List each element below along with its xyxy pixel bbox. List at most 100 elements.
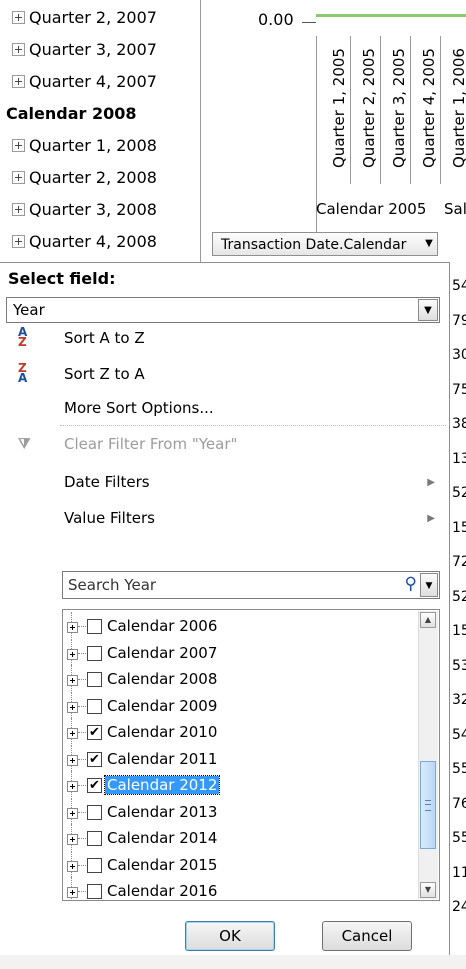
- checkbox[interactable]: [87, 698, 102, 714]
- chart-gridline: [410, 36, 411, 184]
- ok-button[interactable]: OK: [185, 921, 275, 951]
- expand-plus-icon[interactable]: [67, 701, 78, 713]
- expand-plus-icon[interactable]: [12, 171, 25, 184]
- tree-item-year[interactable]: ✔ Calendar 2010: [63, 718, 403, 746]
- column-divider: [200, 0, 201, 262]
- cell-value: 75: [452, 381, 466, 398]
- checkbox[interactable]: ✔: [87, 725, 102, 740]
- expand-plus-icon[interactable]: [12, 203, 25, 216]
- tree-item-label: Calendar 2016: [107, 882, 218, 900]
- tree-item-year[interactable]: Calendar 2016: [63, 877, 403, 900]
- tree-item-year[interactable]: Calendar 2009: [63, 691, 403, 720]
- checkbox[interactable]: ✔: [87, 751, 102, 767]
- calendar-axis-label-cut: Sale: [444, 200, 466, 218]
- tree-item-label: Calendar 2006: [107, 617, 218, 635]
- tree-item-year[interactable]: Calendar 2013: [63, 797, 403, 826]
- pivot-row-label: Quarter 4, 2008: [29, 232, 157, 251]
- year-tree-list: Calendar 2006 Calendar 2007 Calendar 2008 C…: [62, 609, 440, 901]
- cell-value: 15: [452, 519, 466, 536]
- expand-plus-icon[interactable]: [67, 834, 78, 845]
- expand-plus-icon[interactable]: [67, 622, 78, 633]
- checkbox[interactable]: ✔: [87, 778, 102, 793]
- status-strip: [0, 955, 466, 969]
- pivot-row-quarter[interactable]: Quarter 2, 2008: [12, 164, 157, 192]
- calendar-axis-label: Calendar 2005: [316, 200, 427, 218]
- tree-item-year[interactable]: ✔ Calendar 2011: [63, 744, 403, 773]
- select-field-title: Select field:: [8, 269, 116, 288]
- checkbox[interactable]: [87, 619, 102, 634]
- cell-value: 53: [452, 657, 466, 674]
- scroll-up-icon[interactable]: ▲: [420, 612, 436, 628]
- tree-item-year[interactable]: Calendar 2015: [63, 850, 403, 879]
- cell-value: 55: [452, 761, 466, 777]
- field-button-transaction-date[interactable]: Transaction Date.Calendar: [212, 232, 438, 256]
- menu-value-filters[interactable]: Value Filters: [64, 509, 155, 527]
- tree-scrollbar[interactable]: ▲ ▼: [418, 611, 438, 899]
- tree-item-year[interactable]: Calendar 2006: [63, 612, 403, 640]
- filter-dropdown-panel: Select field: Year ▼ AZ Sort A to Z ZA S…: [0, 262, 450, 968]
- pivot-row-label: Quarter 2, 2008: [29, 168, 157, 187]
- menu-sort-z-to-a[interactable]: Sort Z to A: [64, 365, 145, 383]
- pivot-row-quarter[interactable]: Quarter 1, 2008: [12, 132, 157, 160]
- menu-more-sort-options[interactable]: More Sort Options...: [64, 399, 214, 417]
- tree-item-year[interactable]: Calendar 2008: [63, 665, 403, 693]
- checkbox[interactable]: [87, 884, 102, 899]
- search-placeholder: Search Year: [68, 576, 157, 594]
- sort-descending-icon: ZA: [18, 361, 28, 385]
- menu-sort-a-to-z[interactable]: Sort A to Z: [64, 329, 145, 347]
- search-year-input[interactable]: Search Year ⚲ ▼: [62, 571, 440, 599]
- expand-plus-icon[interactable]: [67, 728, 78, 739]
- cell-value: 38: [452, 416, 466, 432]
- checkbox[interactable]: [87, 831, 102, 846]
- cell-value: 30: [452, 347, 466, 363]
- search-icon[interactable]: ⚲: [405, 574, 417, 594]
- expand-plus-icon[interactable]: [67, 860, 78, 872]
- expand-plus-icon[interactable]: [12, 11, 25, 24]
- chart-gridline: [440, 36, 441, 184]
- submenu-arrow-icon: ▶: [427, 477, 435, 488]
- cell-value: 52: [452, 588, 466, 605]
- chevron-down-icon[interactable]: ▼: [420, 232, 438, 256]
- axis-value: 0.00: [258, 10, 294, 29]
- tree-item-label: Calendar 2015: [107, 855, 218, 874]
- menu-separator: [60, 425, 446, 426]
- clear-filter-icon: ⧩: [18, 436, 31, 452]
- pivot-row-label: Quarter 4, 2007: [29, 72, 157, 91]
- tree-item-year[interactable]: ✔ Calendar 2012: [63, 771, 403, 799]
- expand-plus-icon[interactable]: [67, 754, 78, 766]
- pivot-row-year[interactable]: Calendar 2008: [6, 100, 137, 128]
- expand-plus-icon[interactable]: [67, 807, 78, 819]
- x-axis-label: Quarter 1, 2006: [450, 48, 466, 168]
- pivot-row-quarter[interactable]: Quarter 4, 2008: [12, 228, 157, 256]
- field-select[interactable]: Year ▼: [6, 297, 440, 323]
- scroll-down-icon[interactable]: ▼: [420, 882, 436, 898]
- pivot-row-label: Quarter 3, 2008: [29, 200, 157, 219]
- pivot-row-quarter[interactable]: Quarter 3, 2007: [12, 36, 157, 64]
- pivot-row-quarter[interactable]: Quarter 4, 2007: [12, 68, 157, 96]
- chevron-down-icon[interactable]: ▼: [420, 573, 438, 597]
- checkbox[interactable]: [87, 857, 102, 873]
- cancel-button[interactable]: Cancel: [322, 921, 412, 951]
- expand-plus-icon[interactable]: [67, 887, 78, 898]
- tree-item-year[interactable]: Calendar 2014: [63, 824, 403, 852]
- pivot-row-quarter[interactable]: Quarter 2, 2007: [12, 4, 157, 32]
- expand-plus-icon[interactable]: [67, 675, 78, 686]
- tree-item-label: Calendar 2008: [107, 670, 218, 688]
- expand-plus-icon[interactable]: [12, 43, 25, 56]
- pivot-row-quarter[interactable]: Quarter 3, 2008: [12, 196, 157, 224]
- expand-plus-icon[interactable]: [12, 235, 25, 248]
- expand-plus-icon[interactable]: [12, 75, 25, 88]
- tree-item-year[interactable]: Calendar 2007: [63, 638, 403, 667]
- pivot-row-label: Quarter 1, 2008: [29, 136, 157, 155]
- x-axis-label: Quarter 3, 2005: [390, 48, 408, 168]
- expand-plus-icon[interactable]: [67, 781, 78, 792]
- checkbox[interactable]: [87, 804, 102, 820]
- cell-value: 54: [452, 278, 466, 294]
- menu-date-filters[interactable]: Date Filters: [64, 473, 150, 491]
- checkbox[interactable]: [87, 645, 102, 661]
- expand-plus-icon[interactable]: [67, 648, 78, 660]
- scroll-thumb[interactable]: [420, 761, 436, 849]
- checkbox[interactable]: [87, 672, 102, 687]
- chevron-down-icon[interactable]: ▼: [418, 299, 438, 321]
- expand-plus-icon[interactable]: [12, 139, 25, 152]
